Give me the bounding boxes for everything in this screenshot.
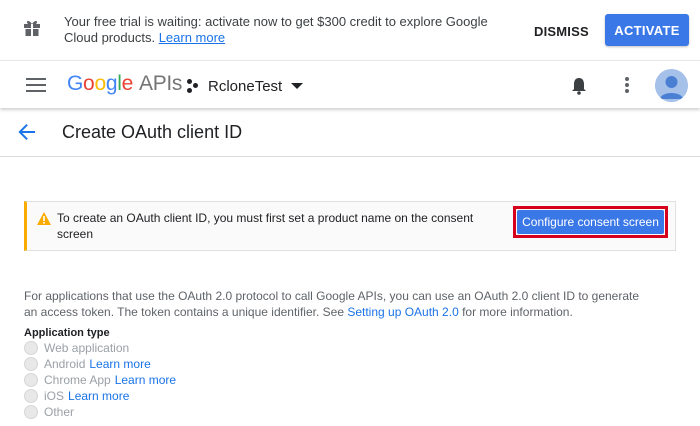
radio-button[interactable] (24, 405, 38, 419)
trial-message: Your free trial is waiting: activate now… (64, 14, 514, 46)
trial-banner: Your free trial is waiting: activate now… (0, 0, 700, 60)
app-bar: Google APIs RcloneTest (0, 60, 700, 108)
option-label: Web application (44, 341, 130, 355)
radio-button[interactable] (24, 357, 38, 371)
radio-ios[interactable]: iOS Learn more (24, 388, 176, 404)
project-picker[interactable]: RcloneTest (187, 75, 304, 97)
trial-learn-more-link[interactable]: Learn more (159, 30, 225, 45)
radio-android[interactable]: Android Learn more (24, 356, 176, 372)
oauth-description: For applications that use the OAuth 2.0 … (24, 288, 644, 320)
warning-text: To create an OAuth client ID, you must f… (57, 211, 474, 241)
option-label: Other (44, 405, 75, 419)
page-title: Create OAuth client ID (62, 122, 243, 142)
caret-down-icon (291, 83, 304, 89)
page-header: Create OAuth client ID (0, 108, 700, 157)
consent-warning: To create an OAuth client ID, you must f… (24, 201, 676, 251)
dismiss-button[interactable]: DISMISS (524, 19, 599, 43)
application-type-label: Application type (24, 327, 110, 339)
consent-button-highlight: Configure consent screen (513, 206, 668, 238)
radio-web-application[interactable]: Web application (24, 340, 176, 356)
project-name: RcloneTest (208, 77, 283, 95)
menu-icon[interactable] (26, 78, 46, 92)
application-type-options: Web application Android Learn more Chrom… (24, 340, 176, 420)
option-label: Chrome App (44, 373, 111, 387)
radio-chrome-app[interactable]: Chrome App Learn more (24, 372, 176, 388)
arrow-back-icon[interactable] (18, 123, 36, 141)
activate-button[interactable]: ACTIVATE (605, 14, 689, 46)
bell-icon[interactable] (571, 77, 587, 95)
avatar[interactable] (655, 69, 688, 102)
description-text-end: for more information. (458, 305, 573, 319)
project-icon (187, 79, 199, 93)
radio-button[interactable] (24, 341, 38, 355)
radio-button[interactable] (24, 389, 38, 403)
gift-icon (24, 20, 40, 36)
android-learn-more-link[interactable]: Learn more (89, 357, 150, 371)
radio-button[interactable] (24, 373, 38, 387)
radio-other[interactable]: Other (24, 404, 176, 420)
configure-consent-screen-button[interactable]: Configure consent screen (517, 210, 664, 234)
more-vert-icon[interactable] (625, 77, 629, 93)
setting-up-oauth-link[interactable]: Setting up OAuth 2.0 (347, 305, 458, 319)
ios-learn-more-link[interactable]: Learn more (68, 389, 129, 403)
chrome-app-learn-more-link[interactable]: Learn more (115, 373, 176, 387)
option-label: iOS (44, 389, 65, 403)
option-label: Android (44, 357, 86, 371)
warning-icon (37, 212, 51, 225)
google-apis-logo[interactable]: Google APIs (67, 71, 182, 97)
trial-message-text: Your free trial is waiting: activate now… (64, 14, 488, 45)
